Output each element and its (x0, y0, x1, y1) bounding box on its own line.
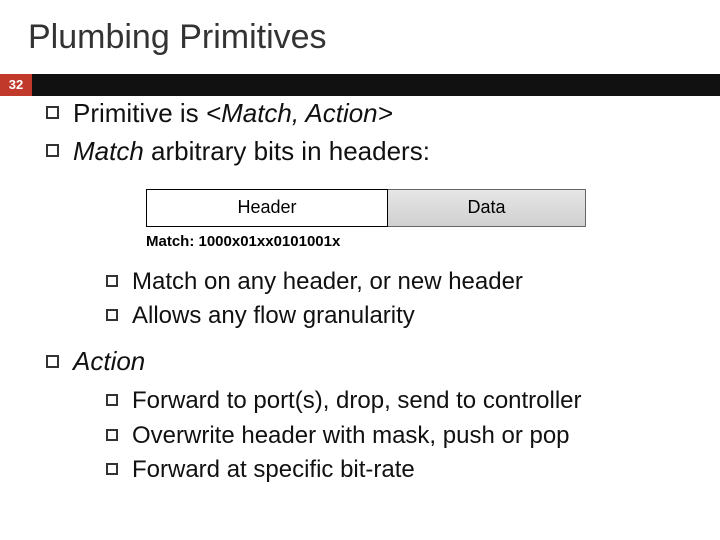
bullet-text: Match arbitrary bits in headers: (73, 135, 430, 169)
packet-data-cell: Data (388, 189, 586, 227)
bullet-text: Primitive is <Match, Action> (73, 97, 393, 131)
title-bar (0, 74, 720, 96)
sub-text: Overwrite header with mask, push or pop (132, 420, 570, 452)
slide-title: Plumbing Primitives (28, 18, 692, 57)
square-marker-icon (106, 429, 118, 441)
bullet-marker-icon (46, 106, 59, 119)
bullet-primitive: Primitive is <Match, Action> (46, 97, 692, 131)
slide: Plumbing Primitives 32 Primitive is <Mat… (0, 0, 720, 540)
sub-text: Forward to port(s), drop, send to contro… (132, 385, 582, 417)
square-marker-icon (106, 463, 118, 475)
sub-text: Match on any header, or new header (132, 266, 523, 298)
bullet-match: Match arbitrary bits in headers: (46, 135, 692, 169)
packet-header-cell: Header (146, 189, 388, 227)
content-area: Primitive is <Match, Action> Match arbit… (28, 97, 692, 487)
action-label: Action (73, 346, 145, 377)
page-number: 32 (0, 74, 32, 96)
list-item: Overwrite header with mask, push or pop (106, 420, 692, 452)
bullet-action: Action (46, 346, 692, 377)
sub-text: Allows any flow granularity (132, 300, 415, 332)
list-item: Allows any flow granularity (106, 300, 692, 332)
square-marker-icon (106, 394, 118, 406)
sub-text: Forward at specific bit-rate (132, 454, 415, 486)
bullet-prefix: Primitive is (73, 98, 206, 128)
packet-diagram: Header Data (146, 189, 586, 227)
match-word: Match (73, 136, 144, 166)
match-action-term: <Match, Action> (206, 98, 393, 128)
square-marker-icon (106, 275, 118, 287)
match-example: Match: 1000x01xx0101001x (146, 233, 692, 250)
list-item: Forward at specific bit-rate (106, 454, 692, 486)
bullet-marker-icon (46, 355, 59, 368)
match-sub-list: Match on any header, or new header Allow… (106, 266, 692, 333)
list-item: Forward to port(s), drop, send to contro… (106, 385, 692, 417)
bullet-marker-icon (46, 144, 59, 157)
list-item: Match on any header, or new header (106, 266, 692, 298)
square-marker-icon (106, 309, 118, 321)
action-sub-list: Forward to port(s), drop, send to contro… (106, 385, 692, 486)
match-rest: arbitrary bits in headers: (144, 136, 430, 166)
